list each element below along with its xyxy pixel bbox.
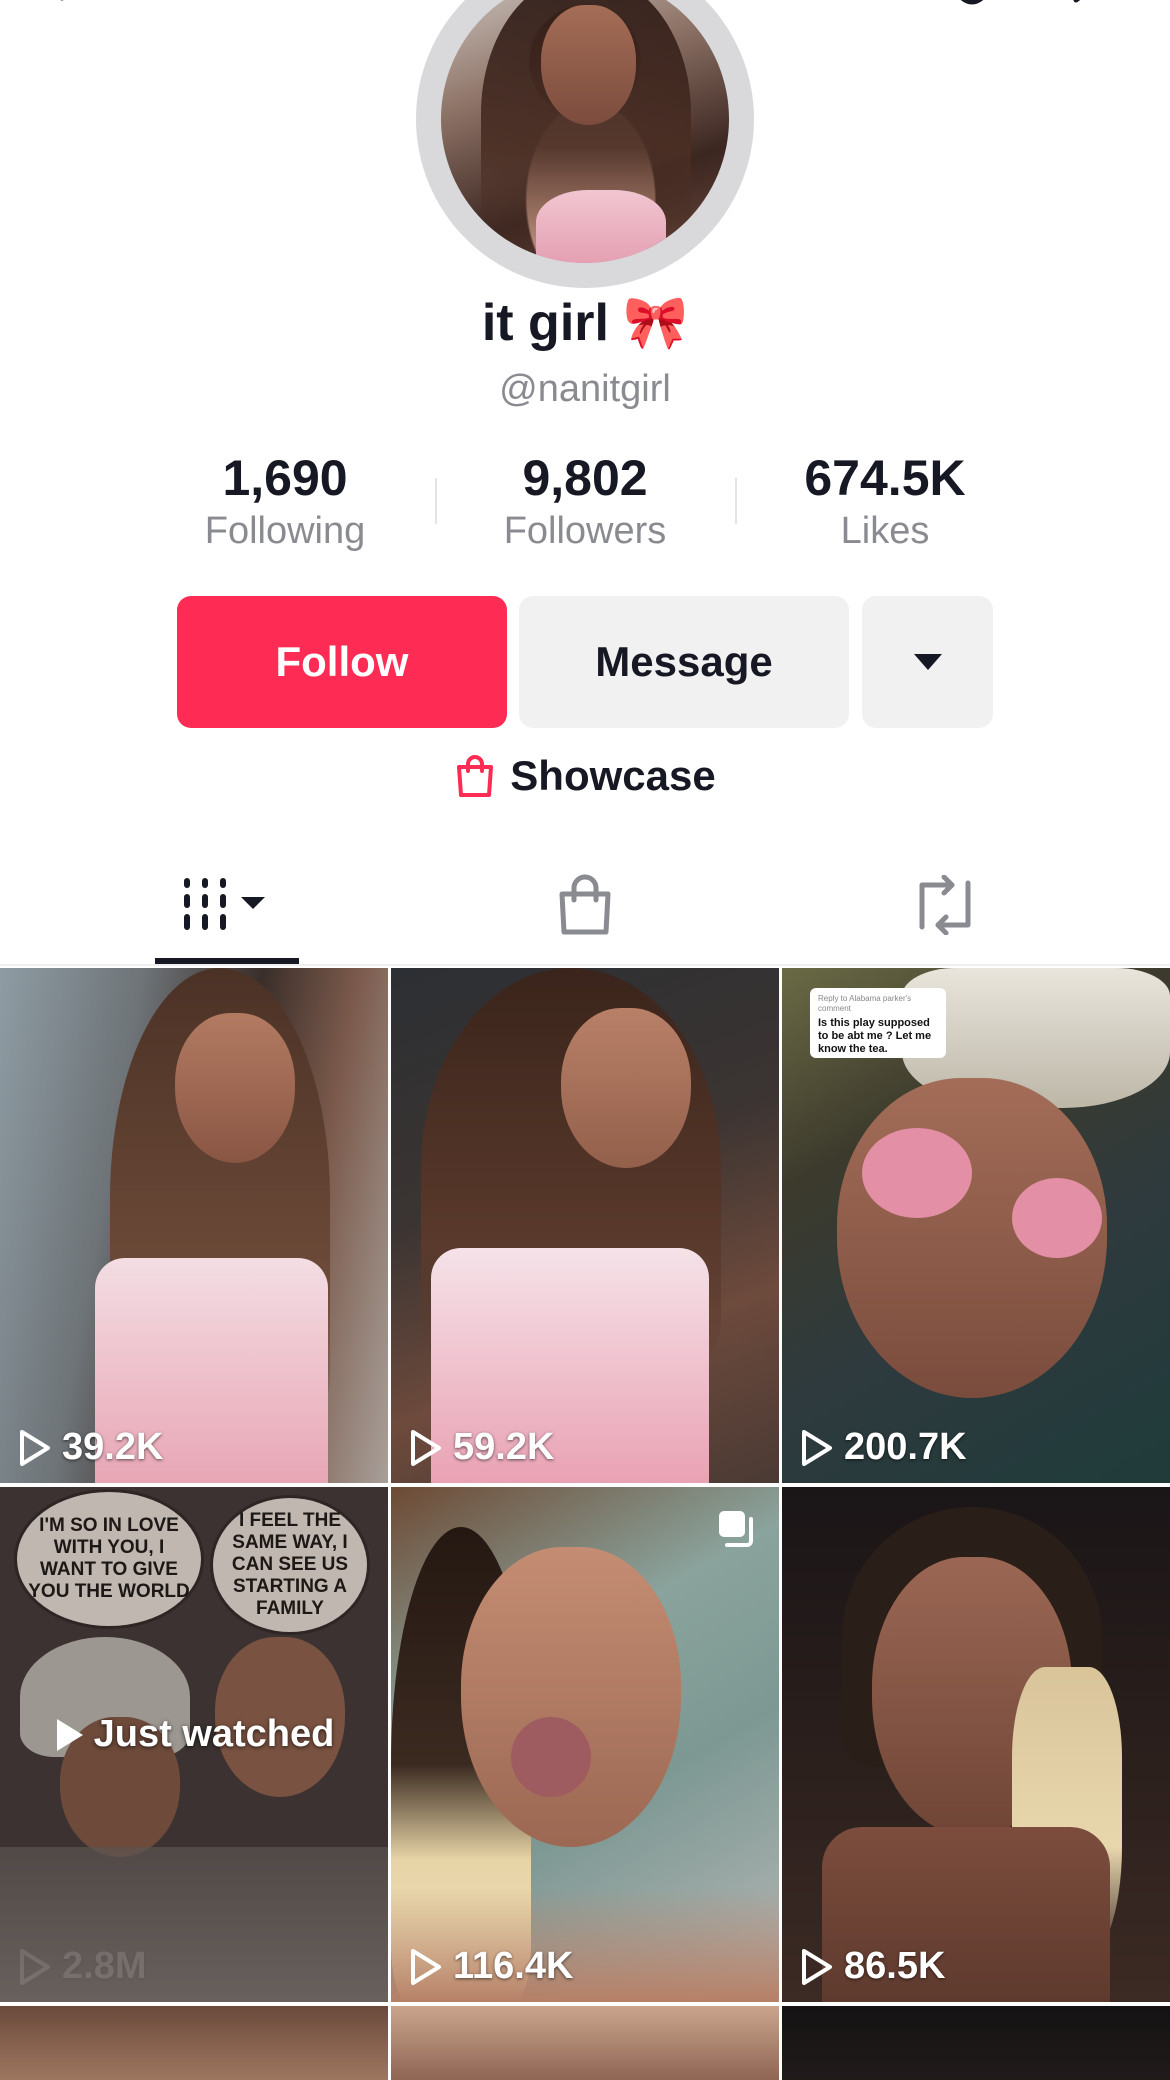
video-thumbnail[interactable] (782, 2006, 1170, 2080)
view-count: 2.8M (18, 1945, 146, 1988)
repost-icon (919, 875, 971, 935)
photo-carousel-icon (719, 1511, 753, 1547)
view-count-value: 59.2K (453, 1426, 555, 1468)
video-thumbnail[interactable]: Reply to Alabama parker's comment Is thi… (782, 968, 1170, 1483)
video-thumbnail[interactable]: 39.2K (0, 968, 388, 1483)
view-count-value: 2.8M (62, 1945, 147, 1987)
video-thumbnail[interactable]: 59.2K (391, 968, 779, 1483)
stat-value: 1,690 (222, 450, 348, 506)
follow-button[interactable]: Follow (177, 596, 507, 728)
stat-likes[interactable]: 674.5K Likes (735, 448, 1035, 554)
avatar[interactable] (441, 0, 729, 263)
stat-label: Followers (503, 510, 667, 552)
video-thumbnail[interactable] (391, 2006, 779, 2080)
caret-down-icon (913, 654, 942, 670)
play-icon (802, 1429, 832, 1466)
view-count: 200.7K (800, 1426, 967, 1469)
suggested-accounts-button[interactable] (862, 596, 993, 728)
view-count: 39.2K (18, 1426, 163, 1469)
sticker-reply-to: Reply to Alabama parker's comment (818, 994, 912, 1013)
tab-divider (0, 964, 1170, 966)
back-icon[interactable] (52, 0, 92, 8)
video-thumbnail[interactable]: 86.5K (782, 1487, 1170, 2002)
stat-label: Following (204, 510, 366, 552)
tab-videos[interactable] (155, 870, 299, 940)
play-icon (411, 1429, 441, 1466)
video-thumbnail[interactable]: 116.4K (391, 1487, 779, 2002)
stat-value: 9,802 (522, 450, 648, 506)
view-count: 86.5K (800, 1945, 945, 1988)
stat-followers[interactable]: 9,802 Followers (435, 448, 735, 554)
speech-bubble: I'M SO IN LOVE WITH YOU, I WANT TO GIVE … (14, 1489, 204, 1629)
just-watched-overlay: Just watched (0, 1713, 388, 1756)
stat-label: Likes (840, 510, 930, 552)
view-count-value: 86.5K (844, 1945, 946, 1987)
display-name: it girl 🎀 (481, 294, 689, 352)
play-icon (56, 1718, 83, 1751)
notification-bell-icon[interactable] (952, 0, 992, 8)
stat-value: 674.5K (804, 450, 966, 506)
shop-bag-icon (559, 874, 611, 935)
speech-bubble: I FEEL THE SAME WAY, I CAN SEE US STARTI… (210, 1495, 370, 1635)
message-button[interactable]: Message (519, 596, 849, 728)
video-thumbnail[interactable]: I'M SO IN LOVE WITH YOU, I WANT TO GIVE … (0, 1487, 388, 2002)
view-count: 116.4K (409, 1945, 573, 1988)
share-icon[interactable] (1068, 0, 1108, 8)
view-count: 59.2K (409, 1426, 554, 1469)
just-watched-label: Just watched (93, 1713, 335, 1755)
username: @nanitgirl (499, 368, 671, 410)
tab-shop[interactable] (550, 870, 620, 940)
sticker-text: Is this play supposed to be abt me ? Let… (818, 1017, 932, 1055)
stat-following[interactable]: 1,690 Following (135, 448, 435, 554)
comment-reply-sticker: Reply to Alabama parker's comment Is thi… (810, 988, 946, 1058)
play-icon (802, 1948, 832, 1985)
play-icon (411, 1948, 441, 1985)
tab-reposts[interactable] (905, 870, 985, 940)
video-thumbnail[interactable] (0, 2006, 388, 2080)
showcase-link[interactable]: Showcase (0, 752, 1170, 800)
showcase-label: Showcase (510, 752, 716, 799)
view-count-value: 39.2K (62, 1426, 164, 1468)
view-count-value: 116.4K (453, 1945, 574, 1987)
play-icon (20, 1948, 50, 1985)
play-icon (20, 1429, 50, 1466)
videos-grid-icon (184, 878, 265, 930)
shopping-bag-icon (457, 755, 494, 797)
view-count-value: 200.7K (844, 1426, 967, 1468)
